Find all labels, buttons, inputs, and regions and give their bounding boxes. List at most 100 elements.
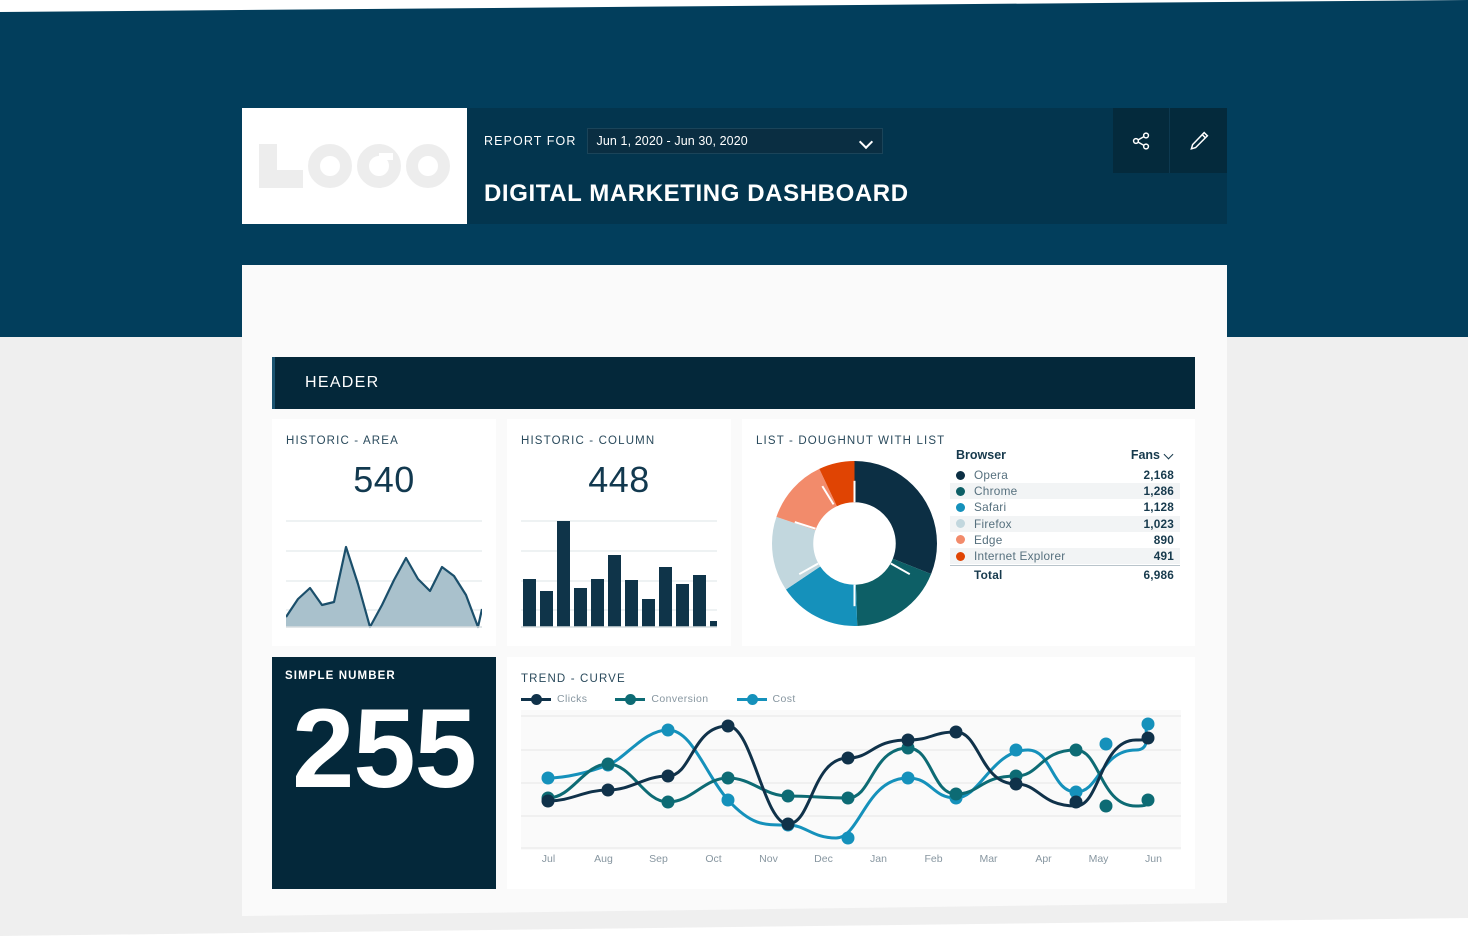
- report-for-label: REPORT FOR: [484, 134, 577, 148]
- table-header-row: Browser Fans: [950, 445, 1180, 467]
- legend-swatch-safari: [956, 502, 965, 512]
- legend-item-cost[interactable]: Cost: [736, 693, 796, 705]
- topbar-actions: [1113, 108, 1227, 173]
- simple-number-value: 255: [292, 686, 477, 811]
- legend-marker-icon: [521, 693, 551, 705]
- section-header: HEADER: [272, 357, 1195, 409]
- axis-tick: Mar: [979, 853, 998, 865]
- table-row[interactable]: Safari 1,128: [950, 499, 1180, 515]
- axis-tick: Dec: [814, 853, 833, 865]
- card-title-column: HISTORIC - COLUMN: [521, 435, 656, 447]
- axis-tick: Feb: [924, 853, 943, 865]
- total-value: 6,986: [1143, 567, 1174, 582]
- legend-marker-icon: [736, 693, 767, 705]
- dashboard-row-2: SIMPLE NUMBER 255 TREND - CURVE Clicks C…: [272, 657, 1195, 889]
- browser-fans-table: Browser Fans Opera 2,168 Chrome 1,286 Sa…: [950, 445, 1180, 583]
- pencil-icon: [1189, 131, 1208, 150]
- trend-x-axis: Jul Aug Sep Oct Nov Dec Jan Feb Mar Apr …: [521, 853, 1181, 865]
- card-list-doughnut[interactable]: LIST - DOUGHNUT WITH LIST Browser Fans O…: [742, 419, 1195, 646]
- share-button[interactable]: [1113, 108, 1170, 173]
- table-row[interactable]: Firefox 1,023: [950, 515, 1180, 532]
- row-label: Opera: [974, 468, 1009, 483]
- legend-swatch-edge: [956, 535, 965, 545]
- row-value: 1,023: [1143, 516, 1174, 531]
- legend-item-clicks[interactable]: Clicks: [521, 693, 587, 705]
- column-chart: [521, 509, 717, 631]
- table-row[interactable]: Edge 890: [950, 532, 1180, 548]
- card-title-simple-number: SIMPLE NUMBER: [285, 670, 396, 682]
- axis-tick: Sep: [649, 853, 668, 865]
- legend-swatch-opera: [956, 470, 965, 480]
- card-trend-curve[interactable]: TREND - CURVE Clicks Conversion Cost Jul…: [507, 657, 1195, 889]
- axis-tick: Apr: [1035, 853, 1052, 865]
- report-range-row: REPORT FOR Jun 1, 2020 - Jun 30, 2020: [484, 128, 883, 154]
- axis-tick: Aug: [594, 853, 613, 865]
- share-icon: [1132, 131, 1150, 150]
- logo-mark: [259, 144, 450, 188]
- table-row[interactable]: Opera 2,168: [950, 467, 1180, 483]
- row-value: 890: [1153, 532, 1174, 547]
- logo-container: [242, 108, 467, 224]
- legend-swatch-firefox: [956, 519, 965, 529]
- column-header-browser: Browser: [956, 448, 1007, 462]
- table-total-row: Total 6,986: [950, 565, 1180, 583]
- column-header-fans: Fans: [1130, 448, 1160, 462]
- legend-item-conversion[interactable]: Conversion: [615, 693, 708, 705]
- table-row[interactable]: Internet Explorer 491: [950, 547, 1180, 565]
- axis-tick: Oct: [705, 853, 722, 865]
- chevron-down-icon: [1165, 451, 1174, 460]
- doughnut-chart-svg: [772, 461, 937, 626]
- legend-label: Conversion: [651, 693, 709, 705]
- column-chart-svg: [521, 520, 717, 628]
- trend-chart: [521, 710, 1181, 850]
- edit-button[interactable]: [1170, 108, 1227, 173]
- total-label: Total: [974, 567, 1003, 582]
- logo-letter-l-icon: [259, 144, 303, 188]
- logo-letter-g-icon: [357, 144, 401, 188]
- column-header-fans-group[interactable]: Fans: [1131, 448, 1174, 462]
- card-title-trend: TREND - CURVE: [521, 673, 626, 685]
- axis-tick: Nov: [759, 853, 778, 865]
- card-historic-column[interactable]: HISTORIC - COLUMN 448: [507, 419, 731, 646]
- date-range-value: Jun 1, 2020 - Jun 30, 2020: [596, 134, 748, 148]
- axis-tick: Jun: [1145, 853, 1162, 865]
- logo-letter-o-icon: [308, 144, 352, 188]
- row-label: Edge: [974, 532, 1003, 547]
- row-label: Firefox: [974, 516, 1012, 531]
- dashboard-body: HEADER HISTORIC - AREA 540 HISTORIC - CO…: [272, 357, 1195, 889]
- dashboard-row-1: HISTORIC - AREA 540 HISTORIC - COLUMN 44…: [272, 419, 1195, 646]
- axis-tick: Jan: [870, 853, 887, 865]
- card-historic-area[interactable]: HISTORIC - AREA 540: [272, 419, 496, 646]
- row-value: 2,168: [1143, 468, 1174, 483]
- card-title-area: HISTORIC - AREA: [286, 435, 399, 447]
- doughnut-chart: [772, 461, 937, 626]
- legend-swatch-chrome: [956, 486, 965, 496]
- row-label: Chrome: [974, 484, 1018, 499]
- trend-legend: Clicks Conversion Cost: [521, 693, 796, 705]
- kpi-value-area: 540: [353, 459, 415, 500]
- table-row[interactable]: Chrome 1,286: [950, 483, 1180, 500]
- legend-label: Cost: [772, 693, 796, 705]
- legend-marker-icon: [615, 693, 646, 705]
- legend-swatch-ie: [956, 551, 965, 561]
- axis-tick: May: [1088, 853, 1109, 865]
- row-label: Safari: [974, 500, 1007, 515]
- area-chart: [285, 509, 484, 631]
- trend-chart-svg: [521, 710, 1181, 850]
- row-value: 1,128: [1143, 500, 1174, 515]
- date-range-select[interactable]: Jun 1, 2020 - Jun 30, 2020: [586, 128, 883, 154]
- row-label: Internet Explorer: [974, 549, 1066, 564]
- legend-label: Clicks: [557, 693, 588, 705]
- axis-tick: Jul: [541, 853, 556, 865]
- logo-letter-o2-icon: [406, 144, 450, 188]
- card-simple-number[interactable]: SIMPLE NUMBER 255: [272, 657, 496, 889]
- screenshot-root: REPORT FOR Jun 1, 2020 - Jun 30, 2020 DI…: [0, 0, 1468, 936]
- section-header-label: HEADER: [305, 374, 380, 391]
- page-title: DIGITAL MARKETING DASHBOARD: [484, 180, 909, 207]
- row-value: 1,286: [1143, 484, 1174, 499]
- row-value: 491: [1153, 549, 1174, 564]
- chevron-down-icon: [861, 136, 872, 147]
- card-title-list: LIST - DOUGHNUT WITH LIST: [756, 435, 946, 447]
- area-chart-svg: [285, 520, 484, 629]
- kpi-value-column: 448: [588, 459, 650, 500]
